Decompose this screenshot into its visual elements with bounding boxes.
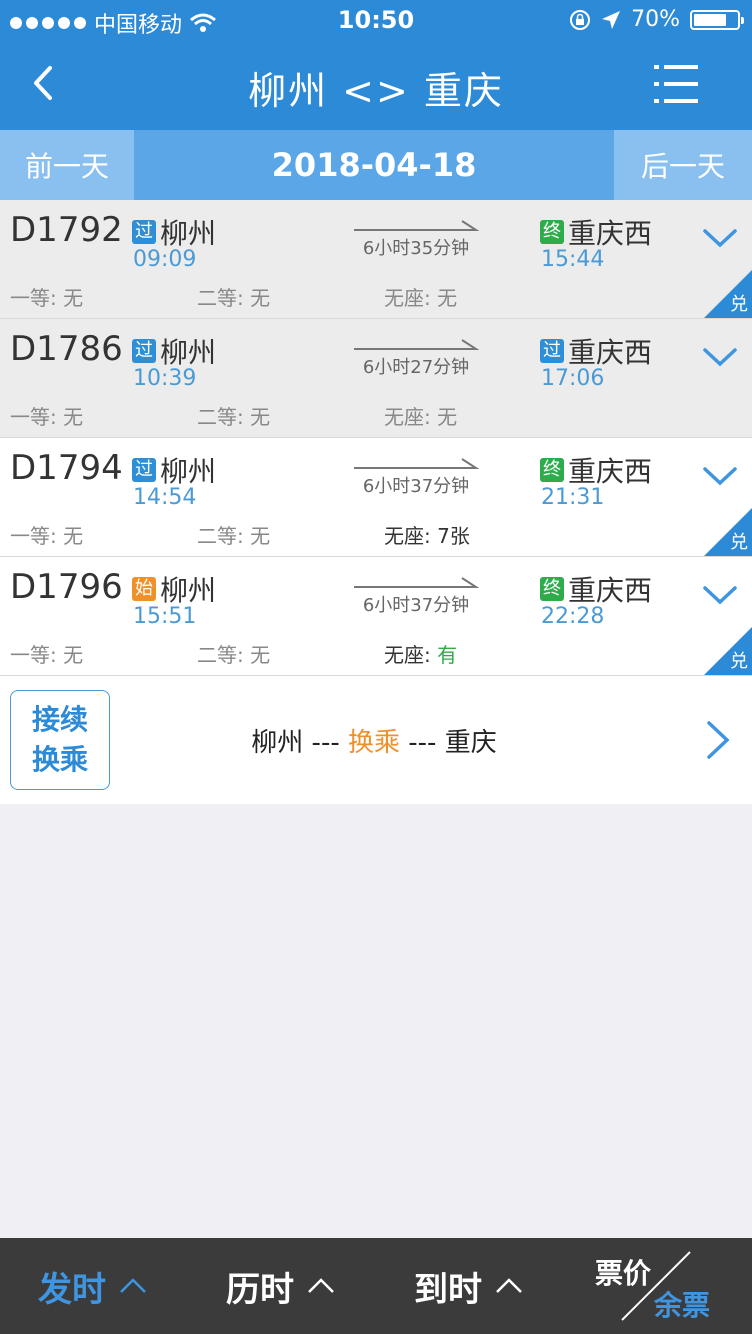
chevron-down-icon[interactable] — [702, 226, 738, 250]
arrival-station: 过 重庆西 — [540, 331, 652, 371]
first-class-seat: 一等: 无 — [10, 405, 84, 429]
train-number: D1794 — [10, 448, 123, 488]
first-class-seat: 一等: 无 — [10, 643, 84, 667]
chevron-up-icon — [496, 1278, 522, 1293]
no-seat: 无座: 无 — [384, 405, 458, 429]
arrival-time: 21:31 — [541, 485, 605, 510]
departure-time: 10:39 — [133, 366, 197, 391]
current-date[interactable]: 2018-04-18 — [134, 130, 614, 200]
duration: 6小时37分钟 — [352, 575, 480, 617]
date-bar: 前一天 2018-04-18 后一天 — [0, 130, 752, 200]
first-class-seat: 一等: 无 — [10, 286, 84, 310]
train-row[interactable]: D1786 过 柳州 10:39 6小时27分钟 过 重庆西 17:06 一等:… — [0, 319, 752, 438]
no-seat: 无座: 无 — [384, 286, 458, 310]
sort-duration-tab[interactable]: 历时 — [226, 1238, 336, 1334]
arrival-station: 终 重庆西 — [540, 212, 652, 252]
departure-time: 09:09 — [133, 247, 197, 272]
transfer-route: 柳州 --- 换乘 --- 重庆 — [251, 728, 497, 758]
duration: 6小时37分钟 — [352, 456, 480, 498]
departure-station: 过 柳州 — [132, 331, 216, 371]
terminal-badge: 终 — [540, 577, 564, 601]
departure-time: 15:51 — [133, 604, 197, 629]
exchange-badge[interactable]: 兑 — [704, 627, 752, 675]
departure-time: 14:54 — [133, 485, 197, 510]
pass-badge: 过 — [132, 220, 156, 244]
departure-station: 始 柳州 — [132, 569, 216, 609]
terminal-badge: 终 — [540, 220, 564, 244]
exchange-badge[interactable]: 兑 — [704, 508, 752, 556]
arrow-icon — [354, 220, 480, 231]
menu-icon[interactable] — [654, 62, 698, 106]
arrival-station: 终 重庆西 — [540, 450, 652, 490]
train-row[interactable]: D1794 过 柳州 14:54 6小时37分钟 终 重庆西 21:31 一等:… — [0, 438, 752, 557]
duration: 6小时27分钟 — [352, 337, 480, 379]
pass-badge: 过 — [132, 339, 156, 363]
no-seat: 无座: 有 — [384, 643, 458, 667]
duration: 6小时35分钟 — [352, 218, 480, 260]
nav-bar: 柳州 <> 重庆 — [0, 40, 752, 130]
battery-icon — [690, 9, 744, 30]
exchange-badge[interactable]: 兑 — [704, 270, 752, 318]
chevron-down-icon[interactable] — [702, 583, 738, 607]
chevron-up-icon — [120, 1278, 146, 1293]
second-class-seat: 二等: 无 — [197, 524, 271, 548]
train-row[interactable]: D1796 始 柳州 15:51 6小时37分钟 终 重庆西 22:28 一等:… — [0, 557, 752, 676]
train-number: D1796 — [10, 567, 123, 607]
first-class-seat: 一等: 无 — [10, 524, 84, 548]
chevron-down-icon[interactable] — [702, 464, 738, 488]
origin-badge: 始 — [132, 577, 156, 601]
prev-day-button[interactable]: 前一天 — [0, 130, 134, 200]
sort-bar: 发时 历时 到时 票价 余票 — [0, 1238, 752, 1334]
departure-station: 过 柳州 — [132, 450, 216, 490]
second-class-seat: 二等: 无 — [197, 405, 271, 429]
transfer-card[interactable]: 接续 换乘 柳州 --- 换乘 --- 重庆 — [0, 676, 752, 804]
no-seat: 无座: 7张 — [384, 524, 470, 548]
train-number: D1792 — [10, 210, 123, 250]
sort-arrival-tab[interactable]: 到时 — [414, 1238, 524, 1334]
chevron-right-icon[interactable] — [704, 720, 732, 760]
terminal-badge: 终 — [540, 458, 564, 482]
rotation-lock-icon — [570, 9, 591, 30]
arrow-icon — [354, 577, 480, 588]
battery-percent: 70% — [631, 7, 680, 32]
location-icon — [602, 10, 621, 29]
arrow-icon — [354, 339, 480, 350]
train-list: D1792 过 柳州 09:09 6小时35分钟 终 重庆西 15:44 一等:… — [0, 200, 752, 676]
header: 中国移动 10:50 70% 柳州 <> 重庆 — [0, 0, 752, 130]
status-bar: 中国移动 10:50 70% — [0, 0, 752, 40]
arrow-icon — [354, 458, 480, 469]
arrival-time: 17:06 — [541, 366, 605, 391]
departure-station: 过 柳州 — [132, 212, 216, 252]
arrival-time: 15:44 — [541, 247, 605, 272]
next-day-button[interactable]: 后一天 — [614, 130, 752, 200]
chevron-up-icon — [308, 1278, 334, 1293]
page-title: 柳州 <> 重庆 — [248, 69, 504, 113]
arrival-station: 终 重庆西 — [540, 569, 652, 609]
pass-badge: 过 — [132, 458, 156, 482]
sort-price-tab[interactable]: 票价 余票 — [592, 1238, 752, 1334]
chevron-down-icon[interactable] — [702, 345, 738, 369]
arrival-time: 22:28 — [541, 604, 605, 629]
second-class-seat: 二等: 无 — [197, 643, 271, 667]
pass-badge: 过 — [540, 339, 564, 363]
train-row[interactable]: D1792 过 柳州 09:09 6小时35分钟 终 重庆西 15:44 一等:… — [0, 200, 752, 319]
train-number: D1786 — [10, 329, 123, 369]
second-class-seat: 二等: 无 — [197, 286, 271, 310]
sort-departure-tab[interactable]: 发时 — [38, 1238, 148, 1334]
